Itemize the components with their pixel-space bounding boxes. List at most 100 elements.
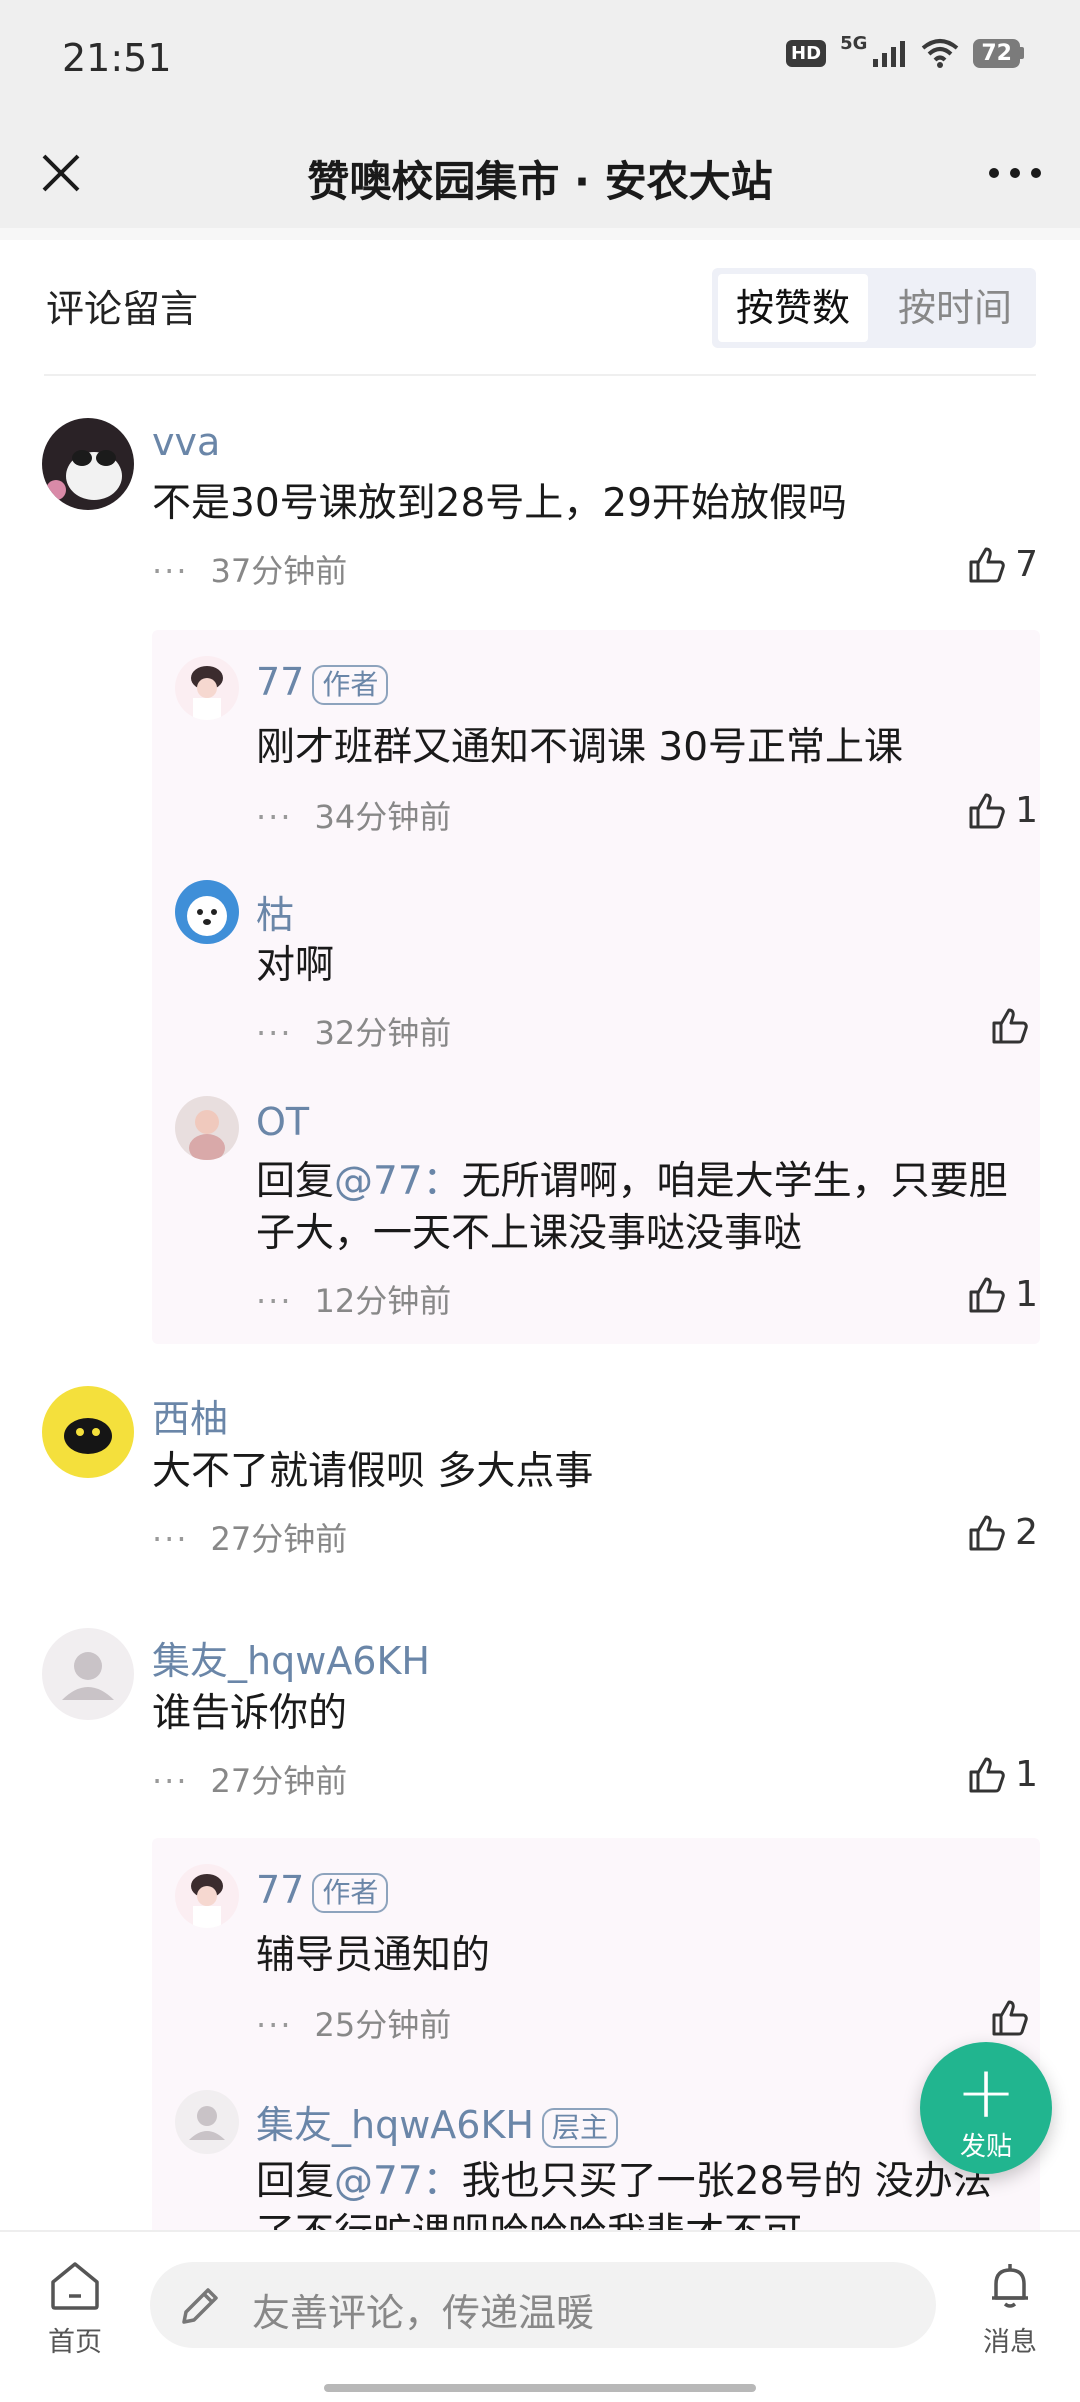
like-button[interactable]: 1 (967, 1274, 1038, 1315)
sort-by-likes-tab[interactable]: 按赞数 (718, 274, 868, 342)
mention-user: @77 (334, 2159, 423, 2204)
like-button[interactable]: 1 (967, 790, 1038, 831)
reply-author[interactable]: 枯 (256, 884, 294, 939)
mention-link[interactable]: @77： (334, 2159, 462, 2204)
reply-author-name: 77 (256, 660, 305, 704)
comment-author[interactable]: 集友_hqwA6KH (152, 1630, 430, 1685)
nav-home[interactable]: 首页 (30, 2260, 120, 2359)
more-options-icon[interactable]: ··· (152, 1762, 189, 1800)
reply-text: 回复@77：无所谓啊，咱是大学生，只要胆子大，一天不上课没事哒没事哒 (256, 1156, 1016, 1260)
like-count: 1 (1015, 1274, 1038, 1315)
comment-author[interactable]: 西柚 (152, 1388, 228, 1443)
avatar[interactable] (175, 2090, 239, 2154)
comment-input-placeholder: 友善评论，传递温暖 (252, 2291, 595, 2335)
nav-messages-label: 消息 (983, 2327, 1037, 2358)
new-post-label: 发贴 (959, 2132, 1012, 2162)
more-options-icon[interactable]: ··· (152, 1520, 189, 1558)
reply-author[interactable]: OT (256, 1100, 309, 1144)
reply-text: 对啊 (256, 943, 335, 988)
more-options-icon[interactable]: ··· (256, 2006, 293, 2044)
avatar[interactable] (42, 1628, 134, 1720)
default-user-icon (42, 1628, 134, 1720)
reply-text: 刚才班群又通知不调课 30号正常上课 (256, 725, 904, 770)
avatar[interactable] (175, 1864, 239, 1928)
avatar[interactable] (42, 418, 134, 510)
reply-author[interactable]: 77 作者 (256, 1868, 389, 1913)
more-options-icon[interactable]: ··· (256, 1282, 293, 1320)
thumbs-up-icon (969, 793, 1005, 828)
thumbs-up-icon (969, 1277, 1005, 1312)
like-count: 7 (1015, 544, 1038, 585)
more-options-icon[interactable]: ··· (256, 1014, 293, 1052)
like-button[interactable] (990, 1006, 1038, 1046)
thumbs-up-icon (992, 2000, 1028, 2036)
battery-tip (1020, 47, 1024, 59)
mention-separator: ： (422, 2159, 462, 2204)
signal-icon (873, 41, 906, 67)
section-divider (44, 374, 1036, 376)
bottom-bar: 首页 友善评论，传递温暖 消息 (0, 2230, 1080, 2402)
avatar[interactable] (42, 1386, 134, 1478)
comment-time: 27分钟前 (210, 1520, 348, 1558)
comment-text: 大不了就请假呗 多大点事 (152, 1449, 594, 1494)
avatar[interactable] (175, 656, 239, 720)
avatar[interactable] (175, 880, 239, 944)
nav-home-label: 首页 (48, 2327, 102, 2358)
reply-text: 辅导员通知的 (256, 1933, 491, 1978)
more-options-icon[interactable]: ··· (152, 552, 189, 590)
mention-link[interactable]: @77： (334, 1159, 462, 1204)
hd-icon: HD (786, 39, 827, 67)
like-button[interactable]: 1 (967, 1754, 1038, 1795)
battery-icon: 72 (973, 38, 1024, 68)
like-button[interactable] (990, 1998, 1038, 2038)
like-count: 1 (1015, 790, 1038, 831)
status-icons: HD 5G 72 (786, 33, 1024, 68)
comment-time: 27分钟前 (210, 1762, 348, 1800)
author-badge: 作者 (312, 664, 389, 705)
baby-avatar-image (175, 1096, 239, 1160)
plus-icon: + (955, 2050, 1017, 2134)
sort-by-time-tab[interactable]: 按时间 (880, 274, 1030, 342)
pencil-icon (182, 2288, 218, 2324)
like-button[interactable]: 7 (967, 544, 1038, 585)
reply-meta: ··· 25分钟前 (256, 2000, 451, 2046)
reply-time: 12分钟前 (314, 1282, 452, 1320)
header-divider (0, 228, 1080, 240)
like-count: 2 (1015, 1512, 1038, 1553)
floor-owner-badge: 层主 (541, 2107, 618, 2148)
reply-time: 25分钟前 (314, 2006, 452, 2044)
new-post-button[interactable]: + 发贴 (920, 2042, 1052, 2174)
comment-time: 37分钟前 (210, 552, 348, 590)
dog-avatar-image (175, 880, 239, 944)
mention-user: @77 (334, 1159, 423, 1204)
section-title: 评论留言 (46, 287, 199, 331)
reply-author[interactable]: 77 作者 (256, 660, 389, 705)
thumbs-up-icon (969, 1757, 1005, 1792)
title-bar: 赞噢校园集市 · 安农大站 (0, 120, 1080, 228)
cat-avatar-image (42, 418, 134, 510)
reply-author[interactable]: 集友_hqwA6KH 层主 (256, 2094, 618, 2149)
reply-author-name: 77 (256, 1868, 305, 1912)
status-bar: 21:51 HD 5G 72 (0, 0, 1080, 120)
comment-text: 不是30号课放到28号上，29开始放假吗 (152, 481, 847, 526)
anime-avatar-image (175, 1864, 239, 1928)
reply-meta: ··· 32分钟前 (256, 1008, 451, 1054)
thumbs-up-icon (969, 547, 1005, 582)
cartoon-avatar-image (42, 1386, 134, 1478)
thumbs-up-icon (992, 1008, 1028, 1044)
like-count: 1 (1015, 1754, 1038, 1795)
more-options-icon[interactable]: ··· (256, 798, 293, 836)
home-indicator[interactable] (324, 2384, 756, 2392)
nav-messages[interactable]: 消息 (960, 2260, 1060, 2359)
avatar[interactable] (175, 1096, 239, 1160)
wifi-icon (922, 39, 959, 68)
anime-avatar-image (175, 656, 239, 720)
sort-toggle: 按赞数 按时间 (712, 268, 1036, 348)
comment-author[interactable]: vva (152, 420, 220, 464)
comment-text: 谁告诉你的 (152, 1691, 348, 1736)
reply-prefix: 回复 (256, 2159, 335, 2204)
more-button[interactable] (980, 142, 1050, 204)
like-button[interactable]: 2 (967, 1512, 1038, 1553)
comment-input[interactable]: 友善评论，传递温暖 (150, 2262, 936, 2348)
reply-meta: ··· 12分钟前 (256, 1276, 451, 1322)
